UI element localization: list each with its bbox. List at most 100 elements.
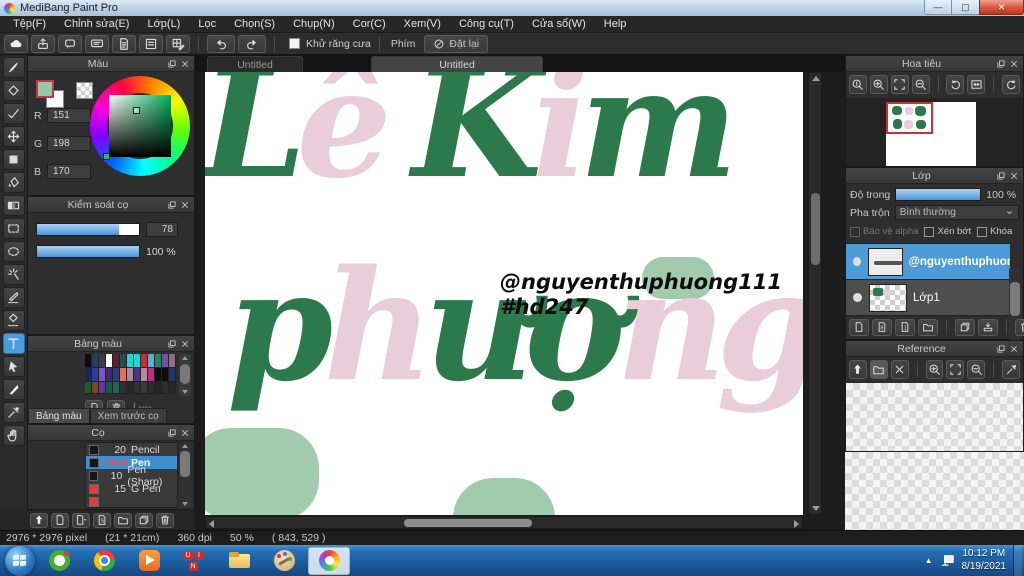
comment-button[interactable] xyxy=(58,34,82,53)
menu-item-casw[interactable]: Cửa sổ(W) xyxy=(523,16,595,33)
brush-opacity-slider[interactable] xyxy=(36,245,140,258)
maximize-button[interactable]: ▢ xyxy=(952,0,979,15)
palette-swatch[interactable] xyxy=(113,354,120,368)
zoom-in-button[interactable] xyxy=(925,359,944,379)
layer8-button[interactable]: 8 xyxy=(872,318,892,336)
palette-swatch[interactable] xyxy=(99,382,106,394)
close-icon[interactable] xyxy=(178,199,191,211)
new-doc-menu-button[interactable] xyxy=(72,512,90,528)
palette-swatch[interactable] xyxy=(127,354,134,368)
palette-tab-active[interactable]: Bảng màu xyxy=(28,408,90,423)
menu-item-tpf[interactable]: Tệp(F) xyxy=(4,16,55,33)
scroll-right-icon[interactable] xyxy=(794,520,799,528)
canvas[interactable]: Lê Kim phượng @nguyenthuphuong111 #hd247 xyxy=(205,72,803,515)
palette-swatch[interactable] xyxy=(148,368,155,382)
checkbox-xén-bớt[interactable] xyxy=(924,226,935,237)
popout-icon[interactable] xyxy=(165,427,178,439)
zoom-in-button[interactable] xyxy=(869,74,888,94)
palette-swatch[interactable] xyxy=(106,382,113,394)
palette-swatch[interactable] xyxy=(113,382,120,394)
palette-swatch[interactable] xyxy=(106,368,113,382)
checkbox-khóa[interactable] xyxy=(977,226,988,237)
upload-button[interactable] xyxy=(30,512,48,528)
taskbar-app-browser-green[interactable] xyxy=(38,547,80,575)
palette-swatch[interactable] xyxy=(120,354,127,368)
popout-icon[interactable] xyxy=(994,170,1007,182)
taskbar-clock[interactable]: 10:12 PM 8/19/2021 xyxy=(962,548,1007,573)
tool-pen-check[interactable] xyxy=(2,103,25,124)
undo-button[interactable] xyxy=(207,34,235,53)
close-icon[interactable] xyxy=(178,58,191,70)
menu-item-corc[interactable]: Cor(C) xyxy=(344,16,395,33)
redo-button[interactable] xyxy=(238,34,266,53)
tool-eyedropper[interactable] xyxy=(2,402,25,423)
brush-row[interactable]: 10 Pen (Sharp) xyxy=(86,464,177,488)
rotate-ccw-button[interactable] xyxy=(946,74,965,94)
hue-marker[interactable] xyxy=(103,153,110,160)
folder-button[interactable] xyxy=(869,359,888,379)
cloud-button[interactable] xyxy=(4,34,28,53)
foreground-color-swatch[interactable] xyxy=(36,80,54,98)
palette-swatch[interactable] xyxy=(127,382,134,394)
palette-swatch[interactable] xyxy=(134,382,141,394)
tool-select-pen[interactable] xyxy=(2,287,25,308)
palette-tab-inactive[interactable]: Xem trước cọ xyxy=(89,408,167,423)
taskbar-app-medibang[interactable] xyxy=(263,547,305,575)
document-button[interactable] xyxy=(112,34,136,53)
tool-text[interactable] xyxy=(2,333,25,354)
palette-swatch[interactable] xyxy=(113,368,120,382)
layer-visibility-icon[interactable] xyxy=(853,293,862,302)
reset-button[interactable]: Đặt lại xyxy=(424,34,489,53)
screen-fit-button[interactable] xyxy=(967,74,986,94)
fit-button[interactable] xyxy=(946,359,965,379)
upload-button[interactable] xyxy=(849,359,867,379)
palette-swatch[interactable] xyxy=(141,368,148,382)
zoom-reset-button[interactable] xyxy=(849,74,867,94)
merge-down-button[interactable] xyxy=(978,318,998,336)
tool-shape[interactable] xyxy=(2,149,25,170)
palette-swatch[interactable] xyxy=(120,368,127,382)
palette-swatch[interactable] xyxy=(85,368,92,382)
grid-pen-button[interactable] xyxy=(166,34,190,53)
menu-item-cngct[interactable]: Công cụ(T) xyxy=(450,16,523,33)
popout-icon[interactable] xyxy=(165,338,178,350)
tool-bucket[interactable] xyxy=(2,172,25,193)
script-doc-button[interactable]: S xyxy=(93,512,111,528)
rotate-cw-button[interactable] xyxy=(1002,74,1021,94)
palette-swatch[interactable] xyxy=(148,354,155,368)
popout-icon[interactable] xyxy=(165,58,178,70)
canvas-vscrollbar[interactable] xyxy=(808,72,822,515)
menu-item-chnhsae[interactable]: Chỉnh sửa(E) xyxy=(55,16,138,33)
palette-swatch[interactable] xyxy=(127,368,134,382)
close-x-button[interactable] xyxy=(890,359,909,379)
palette-swatch[interactable] xyxy=(162,382,169,394)
palette-swatch[interactable] xyxy=(85,382,92,394)
zoom-out-button[interactable] xyxy=(967,359,986,379)
palette-swatch[interactable] xyxy=(92,354,99,368)
document-tab-1[interactable]: Untitled xyxy=(371,56,543,72)
palette-swatch[interactable] xyxy=(106,354,113,368)
palette-swatch[interactable] xyxy=(148,382,155,394)
antialias-checkbox[interactable] xyxy=(289,38,300,49)
tool-hand[interactable] xyxy=(2,425,25,446)
new-doc-button[interactable] xyxy=(51,512,69,528)
popout-icon[interactable] xyxy=(165,199,178,211)
r-value[interactable]: 151 xyxy=(47,108,91,123)
navigator-viewbox[interactable] xyxy=(886,102,933,134)
palette-swatch[interactable] xyxy=(169,382,176,394)
export-button[interactable] xyxy=(31,34,55,53)
checkbox-bảo-vệ-alpha[interactable] xyxy=(850,226,860,237)
close-icon[interactable] xyxy=(1007,170,1020,182)
palette-swatch[interactable] xyxy=(120,382,127,394)
trash-button[interactable] xyxy=(156,512,174,528)
close-icon[interactable] xyxy=(1007,343,1020,355)
taskbar-app-coccoc[interactable] xyxy=(308,546,350,575)
minimize-button[interactable]: — xyxy=(924,0,952,15)
taskbar-app-media-player[interactable] xyxy=(128,547,170,575)
menu-item-chpn[interactable]: Chụp(N) xyxy=(284,16,344,33)
dropper-button[interactable] xyxy=(1002,359,1021,379)
layer1-button[interactable]: 1 xyxy=(895,318,915,336)
taskbar-app-explorer[interactable] xyxy=(218,547,260,575)
menu-item-chns[interactable]: Chọn(S) xyxy=(225,16,284,33)
brush-row[interactable]: 20 Pencil xyxy=(86,443,177,456)
